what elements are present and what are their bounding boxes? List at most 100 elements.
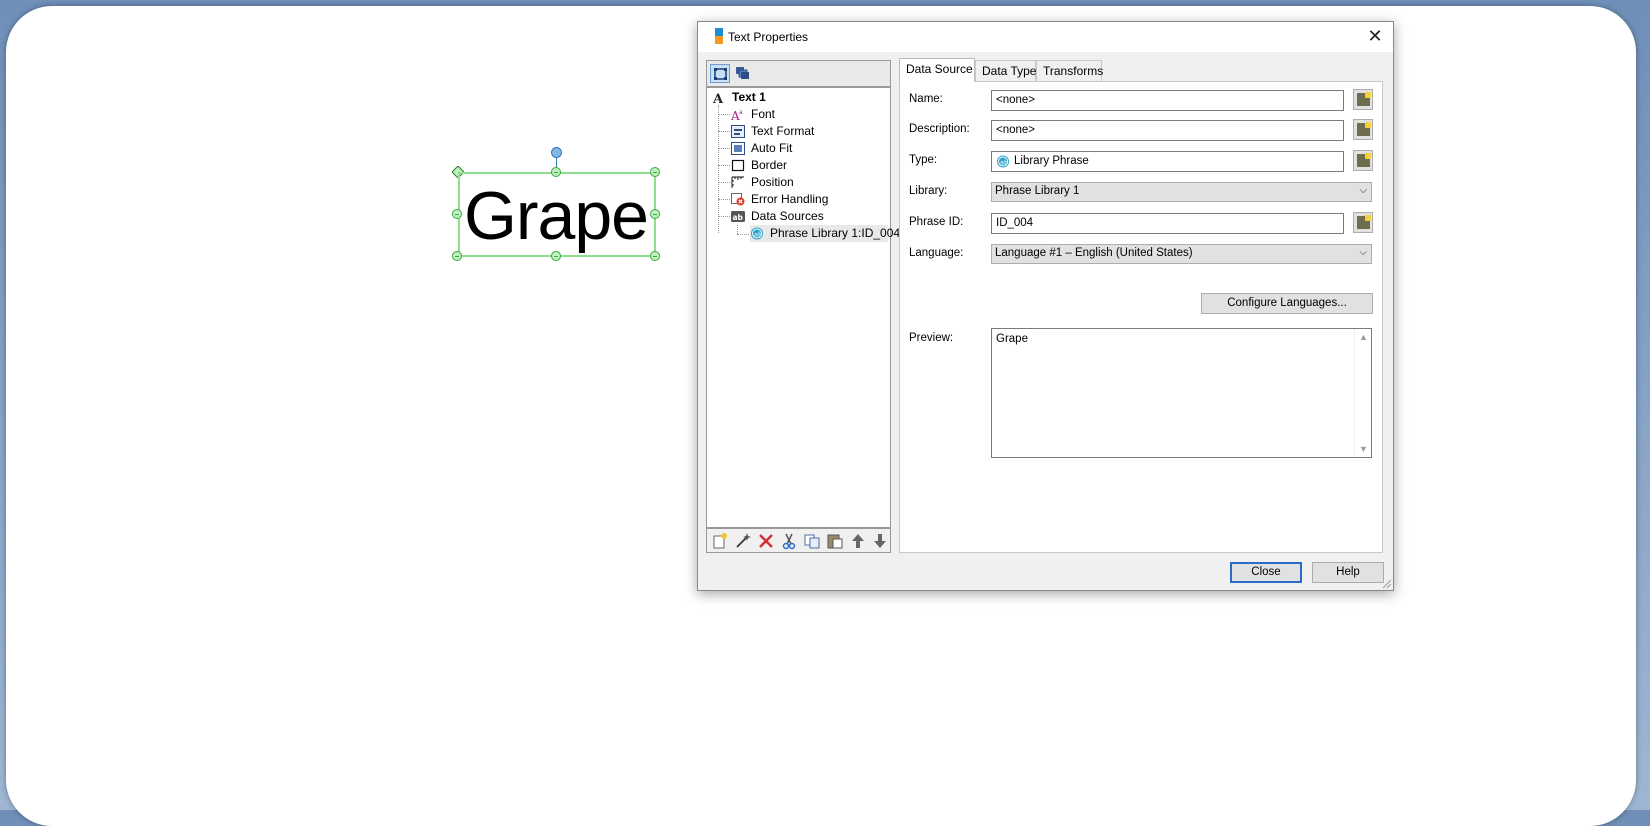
paste-icon[interactable] [826,532,844,550]
dialog-titlebar[interactable]: Text Properties ✕ [698,22,1393,52]
tree-connector [718,165,730,166]
object-view-icon [714,68,727,80]
tree-connector [718,105,719,233]
tab-transforms[interactable]: Transforms [1036,60,1103,82]
data-sources-icon: ab [731,211,745,222]
resize-handle[interactable] [452,209,462,219]
magic-wand-icon[interactable] [734,532,752,550]
description-label: Description: [909,123,970,135]
description-browse-button[interactable] [1353,119,1373,140]
cut-icon[interactable] [780,532,798,550]
tree-connector [737,225,738,234]
tree-node-phrase-library[interactable]: ab Phrase Library 1:ID_004 [750,225,900,242]
move-up-icon[interactable] [849,532,867,550]
tree-connector [718,216,730,217]
name-label: Name: [909,93,943,105]
preview-scrollbar[interactable]: ▲ ▼ [1354,329,1371,457]
tree-node-label: Auto Fit [751,141,793,155]
resize-handle[interactable] [650,209,660,219]
tree-connector [737,234,749,235]
type-field[interactable]: ab Library Phrase [991,151,1344,172]
library-select[interactable]: Phrase Library 1 ⌵ [991,182,1372,202]
language-label: Language: [909,247,964,259]
svg-text:ab: ab [733,213,744,222]
tree-node-label: Font [751,107,776,121]
data-source-panel: Name: <none> Description: <none> Type: a… [899,81,1383,553]
tree-node-label: Text Format [751,124,815,138]
help-button[interactable]: Help [1312,562,1384,583]
phrase-id-browse-button[interactable] [1353,212,1373,233]
tree-node-label: Position [751,175,794,189]
type-browse-button[interactable] [1353,150,1373,171]
move-down-icon[interactable] [871,532,889,550]
language-select[interactable]: Language #1 – English (United States) ⌵ [991,244,1372,264]
text-format-icon [731,125,745,138]
tree-node-label: Error Handling [751,192,829,206]
border-icon [731,159,745,172]
language-value: Language #1 – English (United States) [995,247,1193,259]
properties-tree[interactable]: A Text 1 Aa Font Text Format Auto Fit Bo… [706,87,900,528]
tree-toolbar [706,60,891,87]
phrase-id-label: Phrase ID: [909,216,964,228]
position-icon [731,176,744,188]
type-value: Library Phrase [1014,155,1089,167]
svg-text:a: a [739,109,743,116]
object-view-button[interactable] [710,64,730,83]
tree-connector [718,182,730,183]
rotation-handle[interactable] [551,147,562,158]
preview-textarea[interactable]: Grape ▲ ▼ [991,328,1372,458]
configure-languages-button[interactable]: Configure Languages... [1201,293,1373,314]
svg-text:A: A [712,92,724,104]
tree-connector [718,114,730,115]
copy-icon[interactable] [803,532,821,550]
tree-node-label: Data Sources [751,209,824,223]
name-field[interactable]: <none> [991,90,1344,111]
text-properties-dialog: Text Properties ✕ A Text 1 Aa Font Text … [697,21,1394,591]
description-field[interactable]: <none> [991,120,1344,141]
library-phrase-icon: ab [997,155,1009,168]
text-object[interactable]: Grape [458,172,656,257]
phrase-id-field[interactable]: ID_004 [991,213,1344,234]
font-icon: Aa [731,109,743,121]
tree-node-label: Text 1 [732,90,766,104]
tab-data-source[interactable]: Data Source [899,58,975,82]
tree-actions-toolbar [706,528,891,553]
name-browse-button[interactable] [1353,89,1373,110]
type-label: Type: [909,154,938,166]
tab-data-type[interactable]: Data Type [975,60,1036,82]
tree-connector [718,148,730,149]
tree-connector [718,199,730,200]
preview-label: Preview: [909,332,954,344]
library-value: Phrase Library 1 [995,185,1080,197]
resize-handle[interactable] [452,251,462,261]
close-icon[interactable]: ✕ [1357,22,1393,52]
resize-handle[interactable] [551,251,561,261]
scroll-up-icon[interactable]: ▲ [1359,332,1368,342]
delete-icon[interactable] [757,532,775,550]
close-button[interactable]: Close [1230,562,1302,583]
svg-text:ab: ab [1000,159,1008,167]
tree-node-label: Phrase Library 1:ID_004 [770,226,901,240]
scroll-down-icon[interactable]: ▼ [1359,444,1368,454]
dialog-title: Text Properties [728,30,809,44]
new-item-icon[interactable] [711,532,729,550]
resize-handle[interactable] [650,251,660,261]
library-phrase-icon: ab [751,227,763,240]
browse-icon [1357,92,1371,106]
chevron-down-icon: ⌵ [1359,247,1367,258]
tree-connector [718,131,730,132]
resize-handle[interactable] [551,167,561,177]
svg-text:ab: ab [754,231,762,239]
preview-text: Grape [996,333,1028,345]
layers-view-button[interactable] [733,64,753,83]
library-label: Library: [909,185,948,197]
browse-icon [1357,215,1371,229]
resize-handle[interactable] [650,167,660,177]
error-handling-icon [731,193,745,206]
layers-icon [736,67,749,79]
resize-grip-icon[interactable] [1381,578,1392,589]
chevron-down-icon: ⌵ [1359,185,1367,196]
app-logo-icon [707,28,723,44]
text-object-icon: A [712,92,724,104]
browse-icon [1357,153,1371,167]
